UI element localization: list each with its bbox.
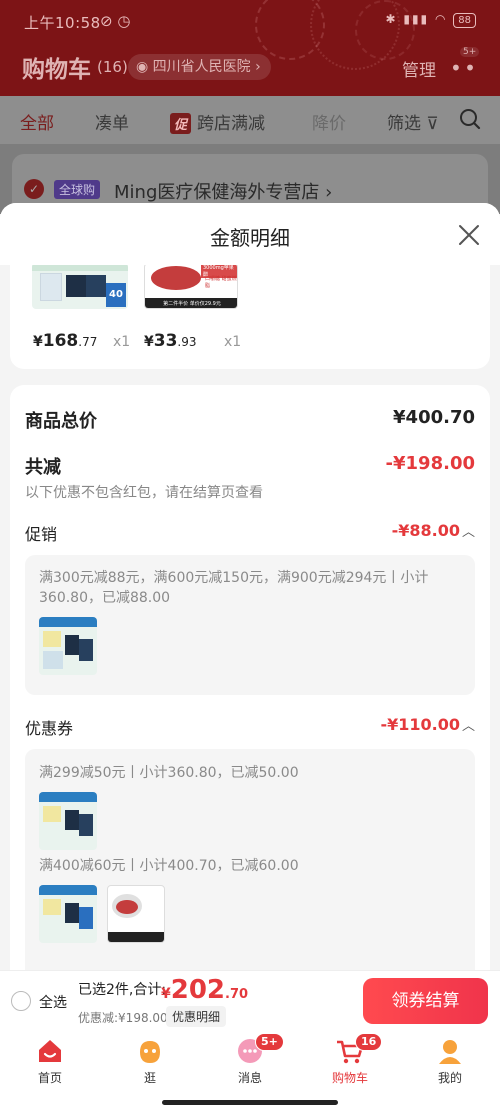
tab-cart-label: 购物车 <box>331 1071 368 1085</box>
checkout-button[interactable]: 领券结算 <box>363 978 488 1024</box>
tab-me-label: 我的 <box>437 1071 462 1085</box>
bottom-tab-bar: 首页 逛 消息 5+ 购物车 16 我的 <box>0 1030 500 1111</box>
amount-detail-card: 商品总价 ¥400.70 共减 -¥198.00 以下优惠不包含红包，请在结算页… <box>10 385 490 970</box>
chevron-right-icon: › <box>250 59 261 75</box>
page-title: 购物车 <box>22 57 91 83</box>
promo-tag: 促 <box>170 113 192 134</box>
promotion-toggle[interactable]: -¥88.00 ︿ <box>392 521 475 540</box>
tab-browse-label: 逛 <box>143 1071 156 1085</box>
filter-label: 筛选 <box>387 114 421 134</box>
filter-tabs: 全部 凑单 促跨店满减 降价 筛选 ⊽ <box>0 96 500 144</box>
home-indicator <box>162 1100 338 1105</box>
discount-note: 以下优惠不包含红包，请在结算页查看 <box>25 485 263 501</box>
discount-detail-link[interactable]: 优惠明细 <box>166 1006 227 1027</box>
tab-cross-store-label: 跨店满减 <box>197 114 266 134</box>
tab-browse[interactable]: 逛 <box>115 1036 185 1086</box>
amount-detail-sheet: 40 3000mg苹果醋 口嚼糖 甜蜜燃脂 第二件半价 单价仅29.9元 ¥16… <box>0 203 500 970</box>
sheet-header: 金额明细 <box>0 203 500 265</box>
battery-icon: 88 <box>453 13 476 28</box>
profile-icon <box>439 1040 461 1064</box>
product-price-1: ¥168.77 <box>33 331 98 351</box>
coupon-label: 优惠券 <box>25 719 74 738</box>
status-bar: 上午10:58 ⊘ ◷ ✱ ▮▮▮ ◠ 88 <box>0 10 500 36</box>
cart-badge: 16 <box>355 1033 383 1051</box>
coupon-value: -¥110.00 <box>380 715 460 734</box>
coupon-product-thumb-2[interactable] <box>39 885 97 943</box>
tab-messages[interactable]: 消息 5+ <box>215 1033 285 1086</box>
product-list-card: 40 3000mg苹果醋 口嚼糖 甜蜜燃脂 第二件半价 单价仅29.9元 ¥16… <box>10 263 490 369</box>
tab-home-label: 首页 <box>37 1071 62 1085</box>
promotion-value: -¥88.00 <box>391 521 460 540</box>
product-thumbnail-2[interactable]: 3000mg苹果醋 口嚼糖 甜蜜燃脂 第二件半价 单价仅29.9元 <box>144 263 238 309</box>
tab-cart[interactable]: 购物车 16 <box>315 1033 385 1086</box>
more-icon[interactable]: • • <box>450 56 476 80</box>
coupon-product-thumb-3[interactable] <box>107 885 165 943</box>
promotion-rule-line1: 满300元减88元，满600元减150元，满900元减294元丨小计 <box>39 570 429 586</box>
manage-button[interactable]: 管理 <box>402 56 436 81</box>
store-checkbox[interactable]: ✓ <box>24 179 44 199</box>
total-amount: ¥202.70 <box>161 975 249 1005</box>
tab-all[interactable]: 全部 <box>20 109 54 134</box>
total-price-value: ¥400.70 <box>393 407 475 428</box>
filter-icon: ⊽ <box>421 114 439 134</box>
location-selector[interactable]: ◉ 四川省人民医院 › <box>128 54 271 80</box>
status-icons: ⊘ ◷ <box>100 12 131 30</box>
total-price-label: 商品总价 <box>25 411 97 432</box>
tab-filter[interactable]: 筛选 ⊽ <box>387 109 439 134</box>
location-label: 四川省人民医院 <box>152 59 251 75</box>
more-badge: 5+ <box>460 47 480 57</box>
select-all-checkbox[interactable] <box>11 991 31 1011</box>
tab-price-drop[interactable]: 降价 <box>312 109 346 134</box>
product-qty-2: x1 <box>224 334 242 350</box>
selected-summary: 已选2件,合计: <box>78 982 167 998</box>
promotion-product-thumb[interactable] <box>39 617 97 675</box>
promotion-detail-box: 满300元减88元，满600元减150元，满900元减294元丨小计 360.8… <box>25 555 475 695</box>
eye-icon: ◉ <box>136 59 153 75</box>
discount-summary: 优惠减:¥198.00 <box>78 1011 168 1025</box>
checkout-bar: 全选 已选2件,合计: ¥202.70 优惠减:¥198.00 优惠明细 领券结… <box>0 970 500 1030</box>
coupon-rule-1: 满299减50元丨小计360.80，已减50.00 <box>39 765 299 781</box>
promotion-label: 促销 <box>25 525 58 544</box>
messages-badge: 5+ <box>255 1033 284 1051</box>
store-name[interactable]: Ming医疗保健海外专营店 › <box>114 178 332 204</box>
status-right-icons: ✱ ▮▮▮ ◠ 88 <box>385 12 476 28</box>
discount-value: -¥198.00 <box>385 453 475 474</box>
select-all-label[interactable]: 全选 <box>39 992 67 1012</box>
cart-count: (16) <box>97 58 128 76</box>
product-price-2: ¥33.93 <box>144 331 197 351</box>
product-qty-1: x1 <box>113 334 131 350</box>
sheet-title: 金额明细 <box>210 226 290 250</box>
cart-header: 上午10:58 ⊘ ◷ ✱ ▮▮▮ ◠ 88 购物车 (16) ◉ 四川省人民医… <box>0 0 500 96</box>
browse-icon <box>140 1041 160 1063</box>
promotion-rule-line2: 360.80，已减88.00 <box>39 590 171 606</box>
coupon-product-thumb-1[interactable] <box>39 792 97 850</box>
tab-cou-dan[interactable]: 凑单 <box>95 109 129 134</box>
home-icon <box>39 1040 61 1062</box>
global-buy-badge: 全球购 <box>54 180 101 199</box>
search-icon[interactable] <box>459 108 481 130</box>
close-icon[interactable] <box>455 221 483 249</box>
coupon-rule-2: 满400减60元丨小计400.70，已减60.00 <box>39 858 299 874</box>
coupon-toggle[interactable]: -¥110.00 ︿ <box>380 715 475 734</box>
tab-me[interactable]: 我的 <box>415 1036 485 1086</box>
tab-home[interactable]: 首页 <box>15 1036 85 1086</box>
product-thumbnail-1[interactable]: 40 <box>32 263 128 309</box>
tab-messages-label: 消息 <box>237 1071 262 1085</box>
tab-cross-store[interactable]: 促跨店满减 <box>170 109 265 134</box>
discount-label: 共减 <box>25 457 61 478</box>
coupon-detail-box: 满299减50元丨小计360.80，已减50.00 满400减60元丨小计400… <box>25 749 475 970</box>
chevron-up-icon: ︿ <box>461 719 475 734</box>
chevron-up-icon: ︿ <box>461 525 475 540</box>
status-time: 上午10:58 <box>24 14 101 32</box>
